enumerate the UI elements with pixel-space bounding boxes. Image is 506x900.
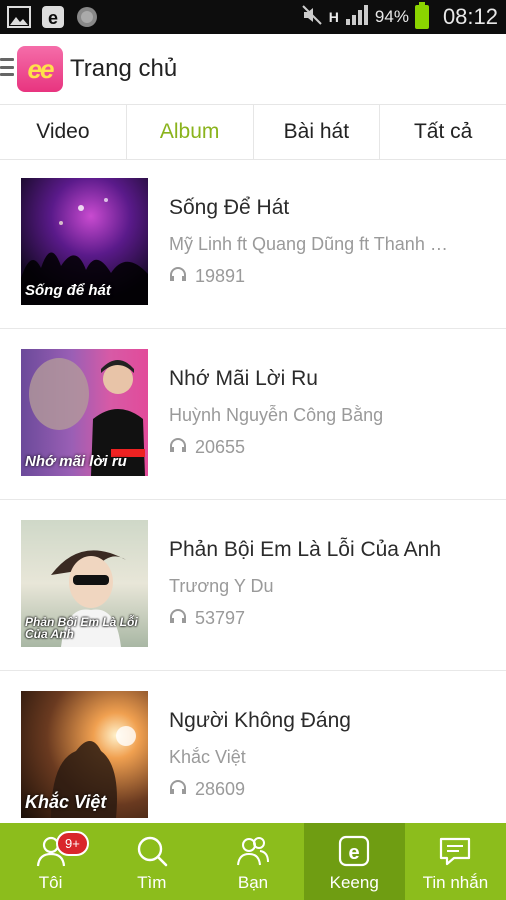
record-icon: [74, 4, 100, 30]
list-item[interactable]: Khắc Việt Người Không Đáng Khắc Việt 286…: [0, 671, 506, 841]
album-cover[interactable]: Khắc Việt: [21, 691, 148, 818]
friends-icon: [237, 837, 269, 866]
network-type: H: [328, 9, 339, 25]
category-tabs: Video Album Bài hát Tất cả: [0, 104, 506, 160]
headphones-icon: [169, 779, 187, 800]
album-artist: Huỳnh Nguyễn Công Bằng: [169, 405, 384, 425]
signal-icon: [345, 4, 369, 31]
list-item[interactable]: Nhớ mãi lời ru Nhớ Mãi Lời Ru Huỳnh Nguy…: [0, 329, 506, 500]
keeng-icon: e: [339, 835, 370, 867]
album-list: Sống để hát Sống Để Hát Mỹ Linh ft Quang…: [0, 158, 506, 841]
album-artist: Khắc Việt: [169, 747, 246, 767]
nav-ban[interactable]: Bạn: [202, 823, 303, 900]
clock: 08:12: [442, 4, 498, 29]
nav-label: Bạn: [237, 873, 269, 892]
nav-label: Keeng: [329, 873, 379, 892]
search-icon: [137, 836, 168, 867]
tab-tat-ca[interactable]: Tất cả: [380, 105, 506, 159]
page-title: Trang chủ: [70, 55, 178, 82]
gallery-icon: [6, 4, 32, 30]
tab-album[interactable]: Album: [127, 105, 254, 159]
album-artist: Trương Y Du: [169, 576, 274, 596]
mute-icon: [301, 4, 323, 31]
menu-icon[interactable]: [0, 58, 14, 76]
nav-tim[interactable]: Tìm: [101, 823, 202, 900]
album-cover-text: Phản Bội Em Là Lỗi Của Anh: [25, 614, 138, 642]
headphones-icon: [169, 608, 187, 629]
album-title[interactable]: Nhớ Mãi Lời Ru: [169, 367, 318, 391]
battery-icon: [414, 2, 429, 29]
listen-count: 53797: [169, 608, 245, 629]
nav-label: Tìm: [137, 873, 167, 892]
album-cover-text: Khắc Việt: [25, 792, 107, 813]
listen-count: 19891: [169, 266, 245, 287]
album-title[interactable]: Người Không Đáng: [169, 709, 351, 733]
browser-e-icon: e: [40, 4, 66, 30]
message-icon: [440, 837, 471, 866]
headphones-icon: [169, 266, 187, 287]
album-cover[interactable]: Sống để hát: [21, 178, 148, 305]
nav-label: Tôi: [38, 873, 63, 892]
tab-video[interactable]: Video: [0, 105, 127, 159]
nav-keeng[interactable]: e Keeng: [303, 823, 405, 900]
album-artist: Mỹ Linh ft Quang Dũng ft Thanh …: [169, 234, 448, 254]
status-bar: e H 94% 08:12: [0, 0, 506, 34]
nav-label: Tin nhắn: [422, 873, 489, 892]
battery-percent: 94%: [374, 7, 409, 26]
album-cover-text: Nhớ mãi lời ru: [25, 453, 127, 471]
nav-toi[interactable]: 9+ Tôi: [0, 823, 101, 900]
album-title[interactable]: Phản Bội Em Là Lỗi Của Anh: [169, 538, 441, 562]
notification-badge: 9+: [56, 831, 89, 856]
album-cover[interactable]: Nhớ mãi lời ru: [21, 349, 148, 476]
album-cover[interactable]: Phản Bội Em Là Lỗi Của Anh: [21, 520, 148, 647]
list-item[interactable]: Phản Bội Em Là Lỗi Của Anh Phản Bội Em L…: [0, 500, 506, 671]
listen-count: 28609: [169, 779, 245, 800]
bottom-nav: 9+ Tôi Tìm Bạn e Keeng Tin nhắn: [0, 823, 506, 900]
album-cover-text: Sống để hát: [25, 282, 111, 300]
app-header: ee Trang chủ: [0, 34, 506, 104]
tab-bai-hat[interactable]: Bài hát: [254, 105, 381, 159]
headphones-icon: [169, 437, 187, 458]
svg-text:e: e: [349, 842, 360, 864]
album-title[interactable]: Sống Để Hát: [169, 196, 289, 220]
nav-tin-nhan[interactable]: Tin nhắn: [405, 823, 506, 900]
listen-count: 20655: [169, 437, 245, 458]
list-item[interactable]: Sống để hát Sống Để Hát Mỹ Linh ft Quang…: [0, 158, 506, 329]
svg-text:e: e: [48, 8, 58, 28]
app-logo[interactable]: ee: [17, 46, 63, 92]
